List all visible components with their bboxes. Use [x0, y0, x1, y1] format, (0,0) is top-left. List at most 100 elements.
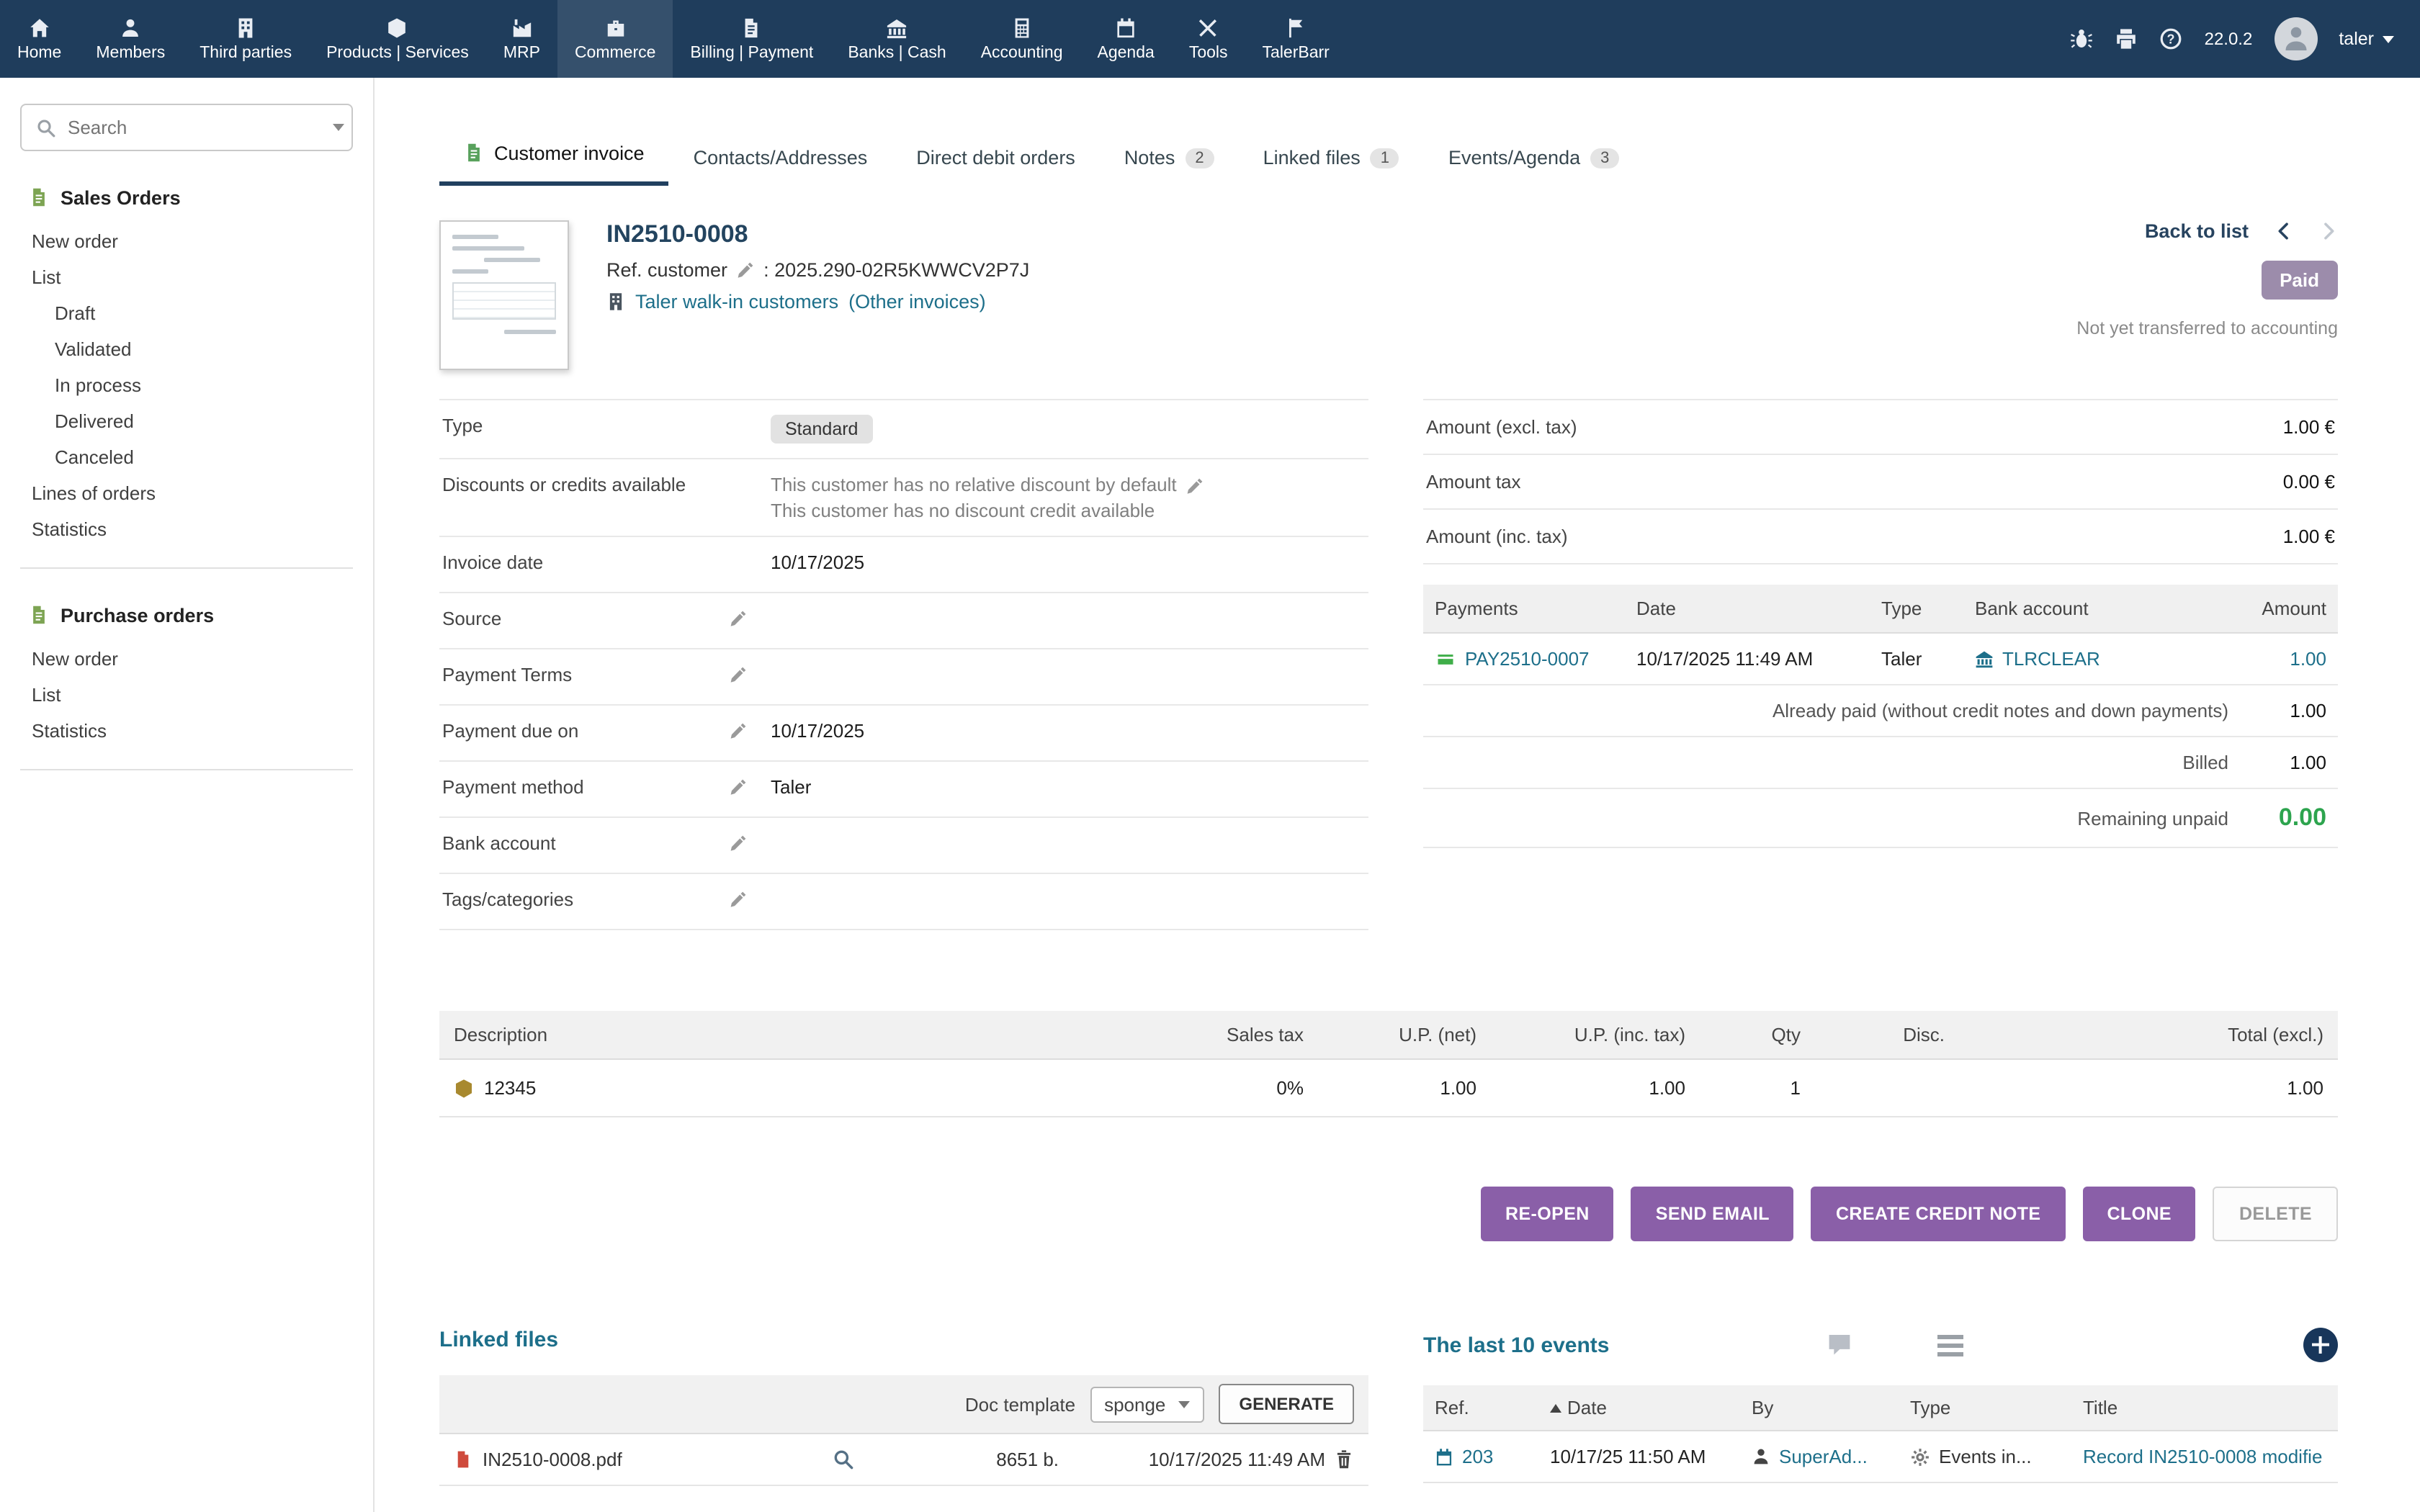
menu-agenda[interactable]: Agenda — [1080, 0, 1172, 78]
events-section: The last 10 events Ref. Date By Type Tit… — [1423, 1328, 2338, 1483]
delete-button[interactable]: DELETE — [2213, 1187, 2338, 1241]
print-icon[interactable] — [2115, 27, 2138, 50]
sidebar-item-po-new-order[interactable]: New order — [20, 641, 353, 677]
search-input[interactable] — [68, 117, 321, 138]
file-row: IN2510-0008.pdf 8651 b. 10/17/2025 11:49… — [439, 1434, 1368, 1485]
menu-mrp[interactable]: MRP — [486, 0, 557, 78]
search-dropdown-icon[interactable] — [333, 124, 344, 131]
sidebar-item-delivered[interactable]: Delivered — [20, 403, 353, 439]
help-icon[interactable] — [2160, 27, 2183, 50]
back-to-list-link[interactable]: Back to list — [2145, 220, 2249, 242]
doc-template-label: Doc template — [965, 1393, 1075, 1415]
sidebar-item-statistics[interactable]: Statistics — [20, 511, 353, 547]
tab-linked-files[interactable]: Linked files1 — [1239, 132, 1424, 186]
send-email-button[interactable]: SEND EMAIL — [1631, 1187, 1794, 1241]
event-ref-link[interactable]: 203 — [1462, 1446, 1493, 1467]
list-view-icon[interactable] — [1937, 1343, 1963, 1347]
preview-magnifier-icon[interactable] — [832, 1449, 853, 1470]
linked-files-title: Linked files — [439, 1328, 1368, 1352]
payment-ref-link[interactable]: PAY2510-0007 — [1465, 648, 1590, 670]
product-link[interactable]: 12345 — [484, 1077, 536, 1099]
invoice-amounts: Amount (excl. tax) 1.00 € Amount tax 0.0… — [1423, 399, 2338, 848]
menu-billing-payment[interactable]: Billing | Payment — [673, 0, 830, 78]
edit-tags-icon[interactable] — [729, 890, 748, 909]
events-table-header: Ref. Date By Type Title — [1423, 1385, 2338, 1431]
bank-account-link[interactable]: TLRCLEAR — [2002, 648, 2100, 670]
sidebar-item-validated[interactable]: Validated — [20, 331, 353, 367]
event-title-link[interactable]: Record IN2510-0008 modifie — [2083, 1446, 2322, 1467]
sort-asc-icon — [1550, 1403, 1561, 1412]
file-date: 10/17/2025 11:49 AM — [1059, 1449, 1325, 1470]
sidebar-item-lines-of-orders[interactable]: Lines of orders — [20, 475, 353, 511]
menu-members[interactable]: Members — [79, 0, 182, 78]
menu-banks-cash[interactable]: Banks | Cash — [830, 0, 963, 78]
generate-button[interactable]: GENERATE — [1219, 1384, 1354, 1424]
invoice-thumbnail[interactable] — [439, 220, 569, 370]
edit-bank-account-icon[interactable] — [729, 834, 748, 852]
invoice-doc-icon — [464, 141, 484, 164]
tab-direct-debit-orders[interactable]: Direct debit orders — [892, 132, 1100, 186]
tab-notes[interactable]: Notes2 — [1100, 132, 1239, 186]
billed-row: Billed 1.00 — [1423, 737, 2338, 789]
chat-bubble-icon[interactable] — [1825, 1332, 1854, 1358]
edit-payment-terms-icon[interactable] — [729, 665, 748, 684]
sidebar-item-draft[interactable]: Draft — [20, 295, 353, 331]
sidebar-item-canceled[interactable]: Canceled — [20, 439, 353, 475]
sidebar-section-sales-orders[interactable]: Sales Orders — [29, 186, 353, 209]
previous-record-icon[interactable] — [2275, 222, 2293, 240]
field-row-invoice-date: Invoice date 10/17/2025 — [439, 537, 1368, 593]
events-table: Ref. Date By Type Title 203 10/17/25 11:… — [1423, 1385, 2338, 1483]
field-row-tags: Tags/categories — [439, 874, 1368, 930]
field-row-payment-terms: Payment Terms — [439, 649, 1368, 706]
debug-bug-icon[interactable] — [2071, 27, 2094, 50]
event-calendar-icon — [1435, 1446, 1453, 1467]
sidebar-section-purchase-orders[interactable]: Purchase orders — [29, 603, 353, 626]
file-name-link[interactable]: IN2510-0008.pdf — [454, 1449, 792, 1470]
menu-home[interactable]: Home — [0, 0, 79, 78]
tab-events-agenda[interactable]: Events/Agenda3 — [1424, 132, 1644, 186]
clone-button[interactable]: CLONE — [2082, 1187, 2196, 1241]
add-event-button[interactable] — [2303, 1328, 2338, 1362]
menu-talerbarr[interactable]: TalerBarr — [1245, 0, 1347, 78]
sidebar-item-list[interactable]: List — [20, 259, 353, 295]
reopen-button[interactable]: RE-OPEN — [1481, 1187, 1614, 1241]
purchase-orders-icon — [29, 603, 49, 626]
pagination-row: Back to list — [2145, 220, 2338, 242]
version-label: 22.0.2 — [2205, 29, 2253, 49]
company-link[interactable]: Taler walk-in customers — [635, 291, 838, 312]
payment-row: PAY2510-0007 10/17/2025 11:49 AM Taler T… — [1423, 634, 2338, 685]
create-credit-note-button[interactable]: CREATE CREDIT NOTE — [1811, 1187, 2066, 1241]
tab-customer-invoice[interactable]: Customer invoice — [439, 127, 669, 186]
field-row-bank-account: Bank account — [439, 818, 1368, 874]
linked-files-count-badge: 1 — [1371, 148, 1399, 168]
trash-icon[interactable] — [1334, 1449, 1354, 1470]
edit-payment-method-icon[interactable] — [729, 778, 748, 796]
menu-third-parties[interactable]: Third parties — [182, 0, 309, 78]
amount-excl-row: Amount (excl. tax) 1.00 € — [1423, 399, 2338, 455]
edit-discount-icon[interactable] — [1186, 477, 1204, 495]
menu-commerce[interactable]: Commerce — [557, 0, 673, 78]
sidebar-item-in-process[interactable]: In process — [20, 367, 353, 403]
tab-contacts-addresses[interactable]: Contacts/Addresses — [669, 132, 892, 186]
top-navbar: Home Members Third parties Products | Se… — [0, 0, 2420, 78]
sales-orders-icon — [29, 186, 49, 209]
menu-products-services[interactable]: Products | Services — [309, 0, 486, 78]
user-menu[interactable]: taler — [2339, 29, 2394, 49]
menu-tools[interactable]: Tools — [1172, 0, 1245, 78]
invoice-header: IN2510-0008 Ref. customer : 2025.290-02R… — [439, 220, 2338, 370]
sidebar-item-po-list[interactable]: List — [20, 677, 353, 713]
menu-accounting[interactable]: Accounting — [964, 0, 1080, 78]
other-invoices-link[interactable]: (Other invoices) — [848, 291, 986, 312]
edit-payment-due-icon[interactable] — [729, 721, 748, 740]
doc-template-select[interactable]: sponge — [1090, 1386, 1204, 1422]
events-count-badge: 3 — [1590, 148, 1619, 168]
sidebar-divider — [20, 769, 353, 770]
event-user-link[interactable]: SuperAd... — [1779, 1446, 1868, 1467]
edit-pencil-icon[interactable] — [736, 261, 755, 279]
sidebar-item-po-statistics[interactable]: Statistics — [20, 713, 353, 749]
sidebar-item-new-order[interactable]: New order — [20, 223, 353, 259]
linked-files-table: Doc template sponge GENERATE IN2510-0008… — [439, 1375, 1368, 1486]
edit-source-icon[interactable] — [729, 609, 748, 628]
product-cube-icon — [454, 1078, 474, 1098]
avatar[interactable] — [2274, 17, 2317, 60]
